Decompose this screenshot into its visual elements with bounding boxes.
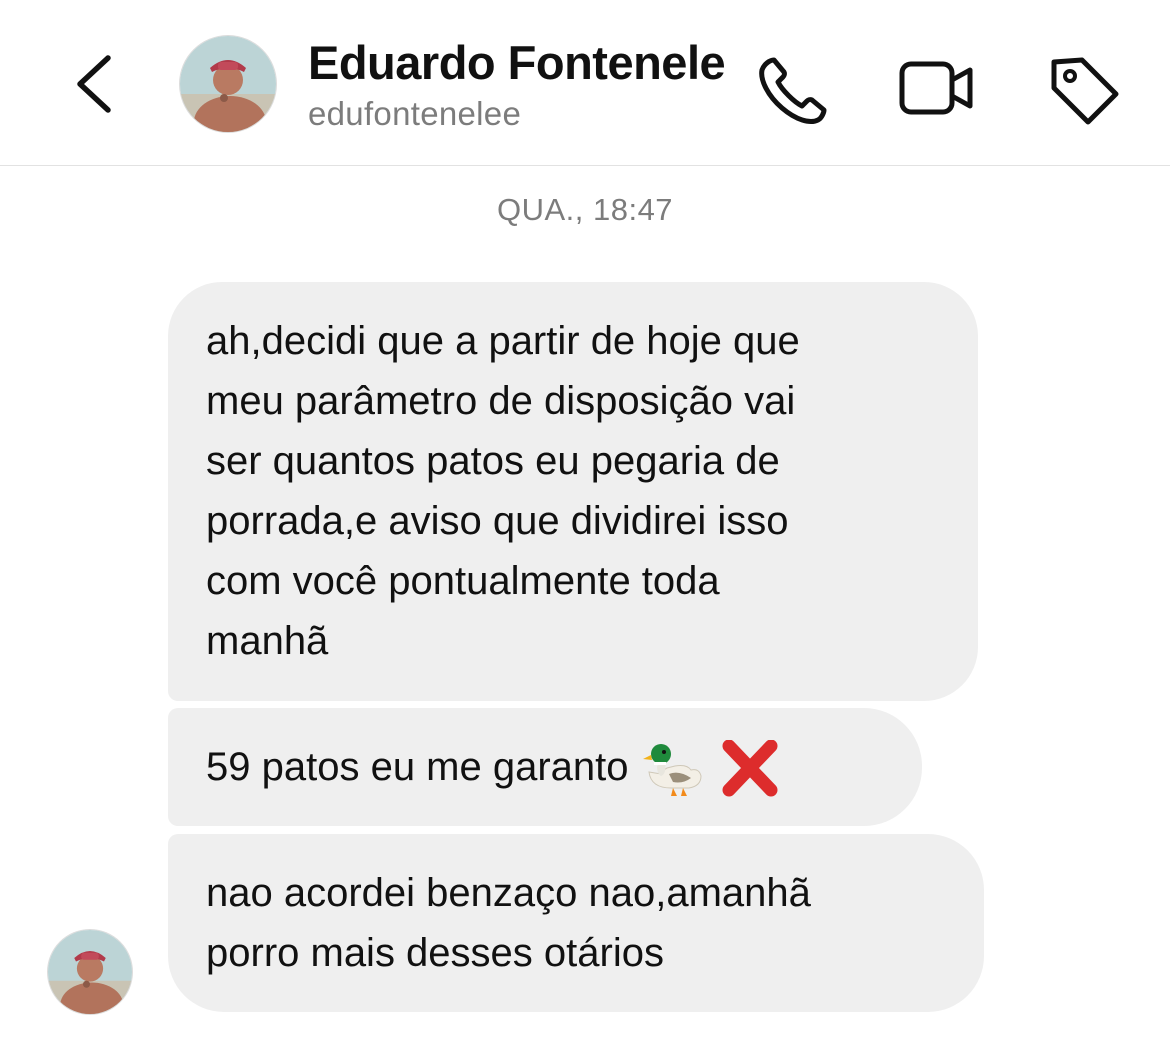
message-line: meu parâmetro de disposição vai bbox=[206, 379, 796, 423]
contact-name[interactable]: Eduardo Fontenele bbox=[308, 36, 728, 90]
chat-header: Eduardo Fontenele edufontenelee bbox=[0, 0, 1170, 166]
message-line: porro mais desses otários bbox=[206, 931, 664, 975]
message-timestamp: QUA., 18:47 bbox=[496, 192, 674, 227]
chevron-left-icon bbox=[77, 55, 111, 113]
message-text: 59 patos eu me garanto bbox=[206, 745, 629, 789]
message-bubble[interactable]: 59 patos eu me garanto bbox=[168, 708, 922, 826]
message-bubble[interactable]: nao acordei benzaço nao,amanhã porro mai… bbox=[168, 834, 984, 1012]
profile-photo bbox=[180, 36, 276, 132]
message-bubble[interactable]: ah,decidi que a partir de hoje que meu p… bbox=[168, 282, 978, 701]
sender-avatar[interactable] bbox=[48, 930, 132, 1014]
video-camera-icon bbox=[899, 61, 973, 115]
video-call-button[interactable] bbox=[896, 50, 976, 130]
tag-button[interactable] bbox=[1044, 50, 1124, 130]
cross-mark-emoji bbox=[719, 740, 781, 798]
call-button[interactable] bbox=[752, 50, 832, 130]
message-line: manhã bbox=[206, 619, 329, 663]
message-line: com você pontualmente toda bbox=[206, 559, 720, 603]
phone-icon bbox=[759, 57, 827, 124]
contact-avatar[interactable] bbox=[180, 36, 276, 132]
message-line: ah,decidi que a partir de hoje que bbox=[206, 319, 800, 363]
contact-handle: edufontenelee bbox=[308, 95, 522, 132]
message-line: porrada,e aviso que dividirei isso bbox=[206, 499, 789, 543]
duck-emoji bbox=[642, 740, 705, 798]
back-button[interactable] bbox=[60, 42, 130, 122]
tag-icon bbox=[1051, 57, 1119, 125]
contact-title: Eduardo Fontenele edufontenelee bbox=[308, 36, 728, 134]
profile-photo bbox=[48, 930, 132, 1014]
message-line: ser quantos patos eu pegaria de bbox=[206, 439, 780, 483]
message-line: nao acordei benzaço nao,amanhã bbox=[206, 871, 811, 915]
